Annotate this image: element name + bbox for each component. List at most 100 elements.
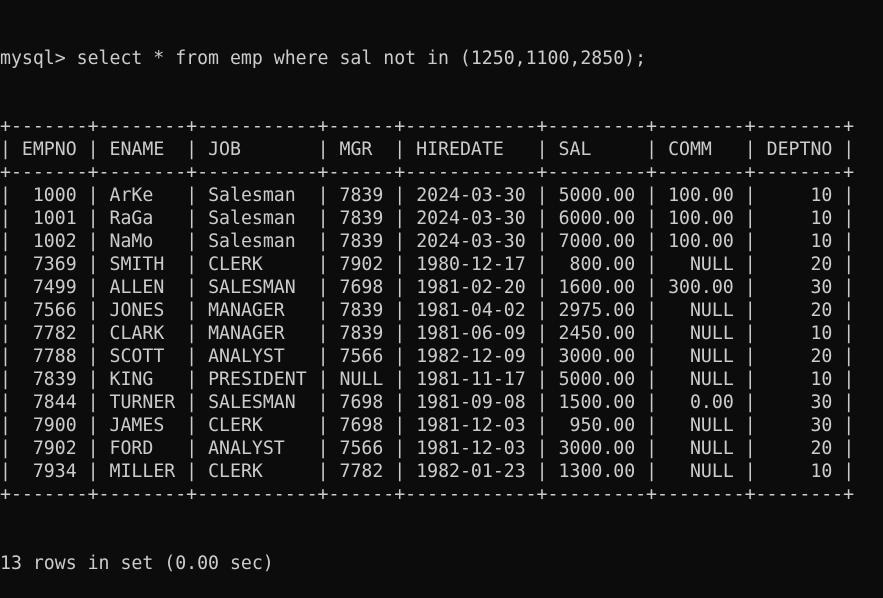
cell-comm: NULL xyxy=(689,323,734,344)
cell-hiredate: 2024-03-30 xyxy=(416,231,526,252)
table-row: | 7369 | SMITH | CLERK | 7902 | 1980-12-… xyxy=(0,254,855,275)
cell-deptno: 10 xyxy=(810,185,833,206)
cell-ename: ALLEN xyxy=(109,277,165,298)
cell-ename: KING xyxy=(109,369,154,390)
table-border: +-------+--------+-----------+------+---… xyxy=(0,116,855,137)
cell-empno: 7934 xyxy=(32,461,77,482)
cell-sal: 6000.00 xyxy=(558,208,636,229)
cell-empno: 7782 xyxy=(32,323,77,344)
cell-hiredate: 1981-12-03 xyxy=(416,415,526,436)
cell-sal: 950.00 xyxy=(569,415,636,436)
column-header-ename: ENAME xyxy=(109,139,165,160)
cell-empno: 7839 xyxy=(32,369,77,390)
cell-deptno: 10 xyxy=(810,323,833,344)
cell-hiredate: 1980-12-17 xyxy=(416,254,526,275)
column-header-job: JOB xyxy=(208,139,241,160)
cell-job: Salesman xyxy=(208,231,296,252)
cell-job: CLERK xyxy=(208,461,263,482)
cell-deptno: 20 xyxy=(810,346,833,367)
cell-hiredate: 1981-06-09 xyxy=(416,323,526,344)
cell-comm: NULL xyxy=(689,346,734,367)
cell-comm: 100.00 xyxy=(668,231,734,252)
cell-sal: 2975.00 xyxy=(558,300,636,321)
cell-job: ANALYST xyxy=(208,438,285,459)
cell-empno: 7499 xyxy=(32,277,77,298)
column-header-comm: COMM xyxy=(668,139,712,160)
table-row: | 7902 | FORD | ANALYST | 7566 | 1981-12… xyxy=(0,438,855,459)
cell-mgr: 7698 xyxy=(339,415,384,436)
cell-mgr: NULL xyxy=(339,369,384,390)
cell-deptno: 30 xyxy=(810,277,833,298)
cell-hiredate: 1982-01-23 xyxy=(416,461,526,482)
cell-deptno: 30 xyxy=(810,415,833,436)
cell-comm: 300.00 xyxy=(668,277,734,298)
cell-ename: SMITH xyxy=(109,254,165,275)
table-row: | 7934 | MILLER | CLERK | 7782 | 1982-01… xyxy=(0,461,855,482)
cell-deptno: 10 xyxy=(810,208,833,229)
cell-ename: ArKe xyxy=(109,185,154,206)
cell-empno: 7788 xyxy=(32,346,77,367)
table-row: | 7499 | ALLEN | SALESMAN | 7698 | 1981-… xyxy=(0,277,855,298)
column-header-mgr: MGR xyxy=(339,139,373,160)
cell-sal: 1500.00 xyxy=(558,392,636,413)
column-header-sal: SAL xyxy=(558,139,592,160)
cell-deptno: 10 xyxy=(810,231,833,252)
cell-sal: 7000.00 xyxy=(558,231,636,252)
cell-ename: NaMo xyxy=(109,231,154,252)
cell-empno: 1002 xyxy=(32,231,77,252)
cell-job: Salesman xyxy=(208,185,296,206)
cell-mgr: 7782 xyxy=(339,461,384,482)
cell-mgr: 7839 xyxy=(339,185,384,206)
cell-empno: 7900 xyxy=(32,415,77,436)
cell-ename: TURNER xyxy=(109,392,176,413)
command-line: mysql> select * from emp where sal not i… xyxy=(0,47,883,70)
cell-hiredate: 1981-02-20 xyxy=(416,277,526,298)
table-row: | 7788 | SCOTT | ANALYST | 7566 | 1982-1… xyxy=(0,346,855,367)
table-row: | 7782 | CLARK | MANAGER | 7839 | 1981-0… xyxy=(0,323,855,344)
cell-sal: 1300.00 xyxy=(558,461,636,482)
cell-mgr: 7566 xyxy=(339,346,384,367)
cell-hiredate: 2024-03-30 xyxy=(416,185,526,206)
cell-sal: 800.00 xyxy=(569,254,636,275)
column-header-hiredate: HIREDATE xyxy=(416,139,504,160)
result-table: +-------+--------+-----------+------+---… xyxy=(0,115,883,506)
table-row: | 1000 | ArKe | Salesman | 7839 | 2024-0… xyxy=(0,185,855,206)
cell-mgr: 7698 xyxy=(339,392,384,413)
cell-hiredate: 1981-09-08 xyxy=(416,392,526,413)
table-row: | 7839 | KING | PRESIDENT | NULL | 1981-… xyxy=(0,369,855,390)
cell-ename: CLARK xyxy=(109,323,165,344)
cell-job: PRESIDENT xyxy=(208,369,307,390)
cell-comm: NULL xyxy=(689,254,734,275)
cell-job: CLERK xyxy=(208,254,263,275)
cell-hiredate: 2024-03-30 xyxy=(416,208,526,229)
cell-comm: 0.00 xyxy=(689,392,734,413)
cell-deptno: 10 xyxy=(810,461,833,482)
cell-hiredate: 1981-11-17 xyxy=(416,369,526,390)
cell-sal: 2450.00 xyxy=(558,323,636,344)
cell-sal: 5000.00 xyxy=(558,369,636,390)
cell-ename: RaGa xyxy=(109,208,154,229)
cell-deptno: 20 xyxy=(810,254,833,275)
cell-ename: JONES xyxy=(109,300,165,321)
cell-empno: 1001 xyxy=(32,208,77,229)
cell-empno: 7902 xyxy=(32,438,77,459)
table-row: | 7844 | TURNER | SALESMAN | 7698 | 1981… xyxy=(0,392,855,413)
cell-hiredate: 1981-12-03 xyxy=(416,438,526,459)
cell-deptno: 30 xyxy=(810,392,833,413)
cell-ename: FORD xyxy=(109,438,154,459)
cell-comm: NULL xyxy=(689,438,734,459)
cell-deptno: 20 xyxy=(810,438,833,459)
cell-mgr: 7839 xyxy=(339,231,384,252)
table-row: | 1002 | NaMo | Salesman | 7839 | 2024-0… xyxy=(0,231,855,252)
column-header-deptno: DEPTNO xyxy=(766,139,833,160)
cell-hiredate: 1981-04-02 xyxy=(416,300,526,321)
table-header-row: | EMPNO | ENAME | JOB | MGR | HIREDATE |… xyxy=(0,139,855,160)
cell-job: ANALYST xyxy=(208,346,285,367)
cell-sal: 3000.00 xyxy=(558,438,636,459)
cell-ename: SCOTT xyxy=(109,346,165,367)
cell-comm: 100.00 xyxy=(668,185,734,206)
terminal-window[interactable]: mysql> select * from emp where sal not i… xyxy=(0,0,883,574)
table-row: | 7900 | JAMES | CLERK | 7698 | 1981-12-… xyxy=(0,415,855,436)
cell-comm: NULL xyxy=(689,415,734,436)
cell-job: SALESMAN xyxy=(208,277,296,298)
